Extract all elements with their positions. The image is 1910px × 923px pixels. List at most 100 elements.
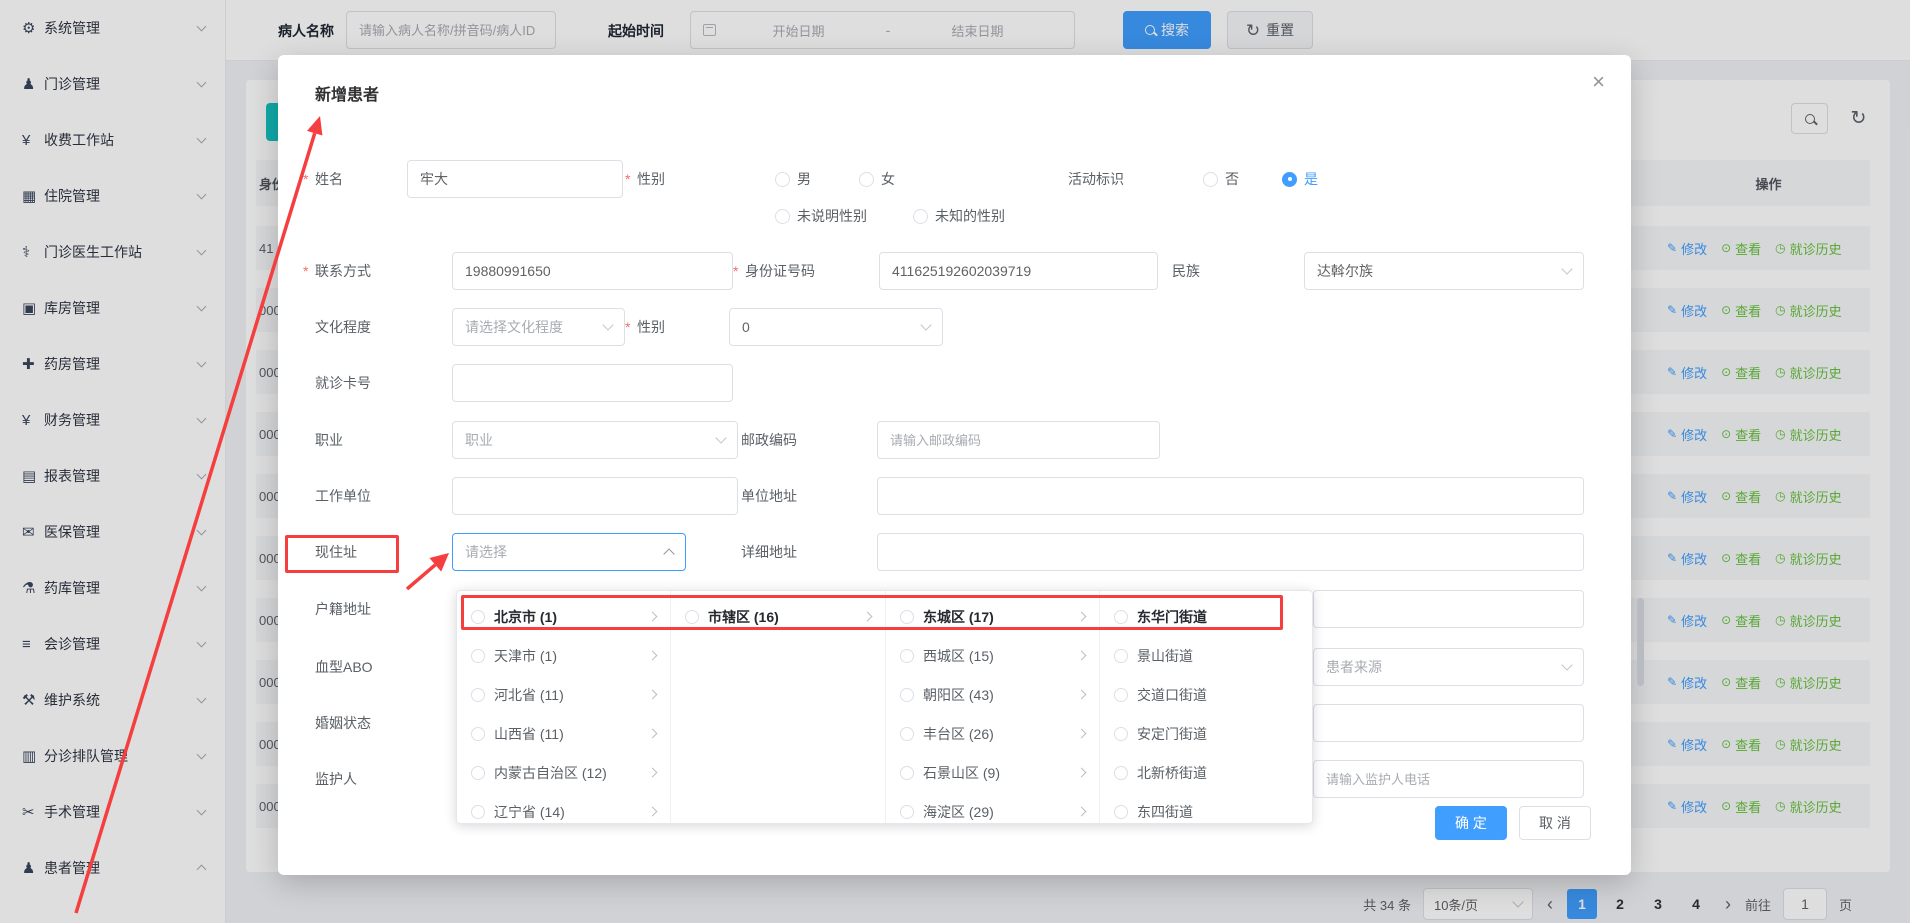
cascader-option-label: 安定门街道 xyxy=(1137,724,1207,744)
gender-radio-option[interactable]: 未说明性别 xyxy=(775,206,867,226)
household-address-input[interactable] xyxy=(1313,590,1584,628)
active-flag-radio-option[interactable]: 是 xyxy=(1282,169,1318,189)
id-number-input[interactable] xyxy=(879,252,1158,290)
gender-radio-label: *性别 xyxy=(625,160,665,198)
ethnicity-select[interactable]: 达斡尔族 xyxy=(1304,252,1584,290)
marital-row-input[interactable] xyxy=(1313,704,1584,742)
patient-source-select[interactable]: 患者来源 xyxy=(1313,648,1584,686)
visit-card-input[interactable] xyxy=(452,364,733,402)
radio-circle-icon xyxy=(471,805,485,819)
cascader-option-label: 交道口街道 xyxy=(1137,685,1207,705)
radio-circle-icon xyxy=(1114,649,1128,663)
employer-input[interactable] xyxy=(452,477,738,515)
visit-card-label: *就诊卡号 xyxy=(303,364,371,402)
occupation-label: *职业 xyxy=(303,421,343,459)
occupation-select[interactable]: 职业 xyxy=(452,421,738,459)
chevron-right-icon xyxy=(1077,768,1087,778)
required-mark: * xyxy=(625,319,633,335)
radio-circle-icon xyxy=(471,727,485,741)
cascader-option[interactable]: 东华门街道 xyxy=(1100,597,1313,636)
cascader-option-label: 北京市 (1) xyxy=(494,607,557,627)
cascader-option[interactable]: 北京市 (1) xyxy=(457,597,670,636)
cascader-option[interactable]: 朝阳区 (43) xyxy=(886,675,1099,714)
cascader-option[interactable]: 东四街道 xyxy=(1100,792,1313,823)
radio-circle-icon xyxy=(900,610,914,624)
guardian-label: *监护人 xyxy=(303,760,357,798)
gender-radio-group-line2: 未说明性别 未知的性别 xyxy=(775,197,1005,235)
employer-address-input[interactable] xyxy=(877,477,1584,515)
cascader-option-label: 朝阳区 (43) xyxy=(923,685,994,705)
radio-circle-icon xyxy=(1114,727,1128,741)
cascader-option-label: 丰台区 (26) xyxy=(923,724,994,744)
gender-select[interactable]: 0 xyxy=(729,308,943,346)
cascader-option[interactable]: 海淀区 (29) xyxy=(886,792,1099,823)
guardian-phone-input[interactable] xyxy=(1313,760,1584,798)
cascader-option[interactable]: 山西省 (11) xyxy=(457,714,670,753)
postal-code-input[interactable] xyxy=(877,421,1160,459)
education-label: *文化程度 xyxy=(303,308,371,346)
chevron-right-icon xyxy=(648,768,658,778)
required-mark: * xyxy=(625,171,633,187)
detail-address-input[interactable] xyxy=(877,533,1584,571)
radio-circle-icon xyxy=(900,766,914,780)
chevron-right-icon xyxy=(648,651,658,661)
radio-circle-icon xyxy=(775,209,790,224)
contact-label: *联系方式 xyxy=(303,252,371,290)
contact-input[interactable] xyxy=(452,252,733,290)
cascader-option[interactable]: 市辖区 (16) xyxy=(671,597,885,636)
household-address-label: *户籍地址 xyxy=(303,590,371,628)
name-label: *姓名 xyxy=(303,160,343,198)
radio-circle-icon xyxy=(471,766,485,780)
app-screen: ⚙ 系统管理 ♟ 门诊管理 ¥ 收费工作站 ▦ 住院管理 xyxy=(0,0,1910,923)
cascader-street-column: 东华门街道 景山街道 交道口街道 安定门街道 xyxy=(1100,591,1313,823)
cancel-button[interactable]: 取 消 xyxy=(1519,806,1591,840)
chevron-up-icon xyxy=(663,548,674,559)
blood-type-label: *血型ABO xyxy=(303,648,373,686)
cascader-option-label: 西城区 (15) xyxy=(923,646,994,666)
gender-select-label: *性别 xyxy=(625,308,665,346)
cascader-option-label: 天津市 (1) xyxy=(494,646,557,666)
cascader-option[interactable]: 内蒙古自治区 (12) xyxy=(457,753,670,792)
cascader-option[interactable]: 石景山区 (9) xyxy=(886,753,1099,792)
gender-radio-option[interactable]: 女 xyxy=(859,169,895,189)
cascader-option[interactable]: 河北省 (11) xyxy=(457,675,670,714)
cascader-option[interactable]: 安定门街道 xyxy=(1100,714,1313,753)
dialog-scrollbar[interactable] xyxy=(1637,598,1644,686)
cascader-option[interactable]: 东城区 (17) xyxy=(886,597,1099,636)
gender-radio-option[interactable]: 男 xyxy=(775,169,811,189)
required-mark: * xyxy=(303,263,311,279)
cascader-option-label: 海淀区 (29) xyxy=(923,802,994,822)
radio-circle-icon xyxy=(913,209,928,224)
cascader-option-label: 东城区 (17) xyxy=(923,607,994,627)
current-address-cascader-select[interactable]: 请选择 xyxy=(452,533,686,571)
cascader-city-column: 市辖区 (16) xyxy=(671,591,886,823)
cascader-option[interactable]: 北新桥街道 xyxy=(1100,753,1313,792)
cascader-option-label: 山西省 (11) xyxy=(494,724,564,744)
cascader-option-label: 北新桥街道 xyxy=(1137,763,1207,783)
cascader-option-label: 东华门街道 xyxy=(1137,607,1207,627)
close-icon[interactable]: × xyxy=(1592,71,1605,93)
gender-radio-option[interactable]: 未知的性别 xyxy=(913,206,1005,226)
name-input[interactable] xyxy=(407,160,623,198)
confirm-button[interactable]: 确 定 xyxy=(1435,806,1507,840)
chevron-down-icon xyxy=(920,319,931,330)
cascader-option-label: 辽宁省 (14) xyxy=(494,802,565,822)
cascader-option[interactable]: 丰台区 (26) xyxy=(886,714,1099,753)
cascader-option-label: 河北省 (11) xyxy=(494,685,564,705)
cascader-option[interactable]: 天津市 (1) xyxy=(457,636,670,675)
chevron-right-icon xyxy=(1077,612,1087,622)
radio-circle-icon xyxy=(900,688,914,702)
cascader-option[interactable]: 交道口街道 xyxy=(1100,675,1313,714)
cascader-option[interactable]: 辽宁省 (14) xyxy=(457,792,670,823)
cascader-option[interactable]: 西城区 (15) xyxy=(886,636,1099,675)
cascader-option[interactable]: 景山街道 xyxy=(1100,636,1313,675)
education-select[interactable]: 请选择文化程度 xyxy=(452,308,625,346)
cascader-option-label: 市辖区 (16) xyxy=(708,607,779,627)
ethnicity-label: *民族 xyxy=(1160,252,1200,290)
radio-circle-icon xyxy=(900,727,914,741)
chevron-down-icon xyxy=(1561,659,1572,670)
active-flag-radio-group: 否 是 xyxy=(1203,160,1318,198)
chevron-right-icon xyxy=(1077,690,1087,700)
active-flag-radio-option[interactable]: 否 xyxy=(1203,169,1239,189)
employer-address-label: *单位地址 xyxy=(729,477,797,515)
